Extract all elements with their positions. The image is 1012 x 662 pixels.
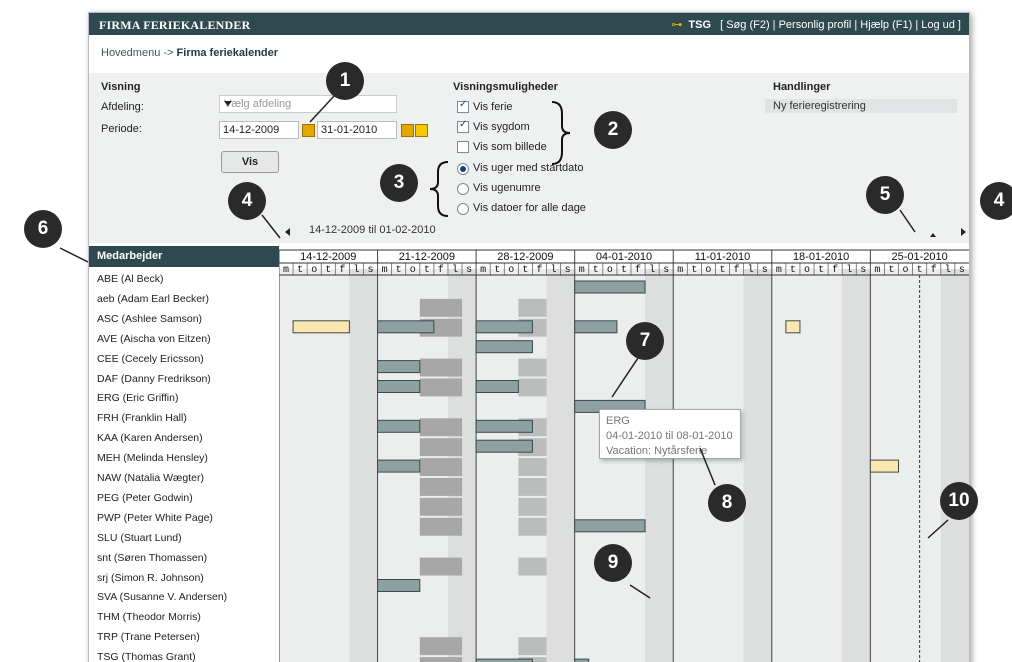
callout-10: 10 [940, 482, 978, 520]
callout-4b: 4 [980, 182, 1012, 220]
callout-3: 3 [380, 164, 418, 202]
callout-2: 2 [594, 111, 632, 149]
callout-7: 7 [626, 322, 664, 360]
callout-4: 4 [228, 182, 266, 220]
callout-1: 1 [326, 62, 364, 100]
callout-9: 9 [594, 544, 632, 582]
callout-5: 5 [866, 176, 904, 214]
callout-8: 8 [708, 484, 746, 522]
callout-6: 6 [24, 210, 62, 248]
callout-lines [59, 94, 949, 599]
